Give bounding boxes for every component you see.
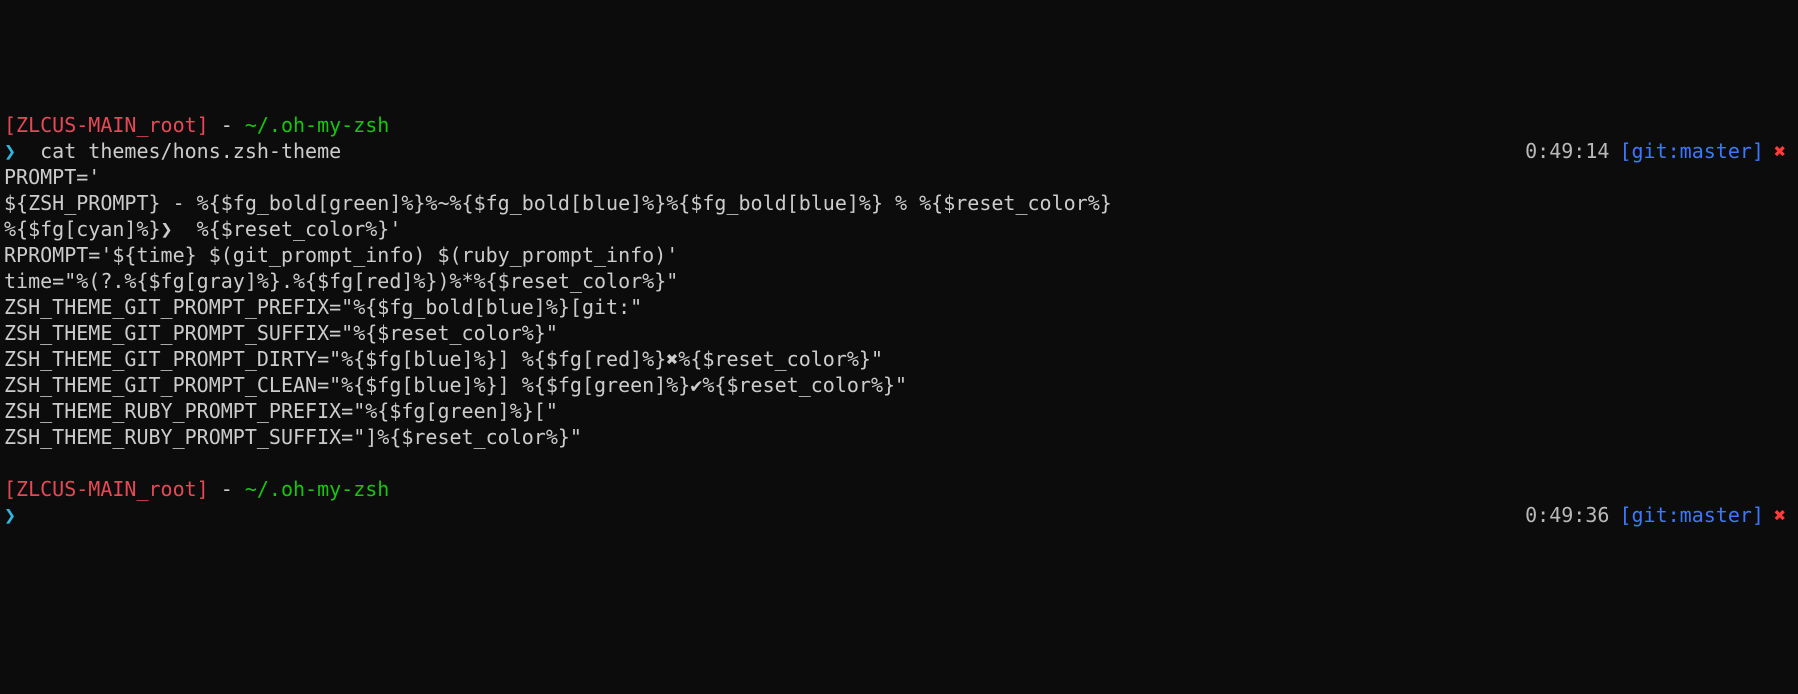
file-line: ZSH_THEME_RUBY_PROMPT_PREFIX="%{$fg[gree… xyxy=(4,398,1794,424)
rprompt-2: 0:49:36 [git:master] ✖ xyxy=(1525,502,1794,528)
git-label: git: xyxy=(1631,503,1679,527)
prompt-host: [ZLCUS-MAIN_root] xyxy=(4,113,209,137)
command-text: cat themes/hons.zsh-theme xyxy=(16,139,341,163)
git-bracket-open: [ xyxy=(1619,139,1631,163)
file-line: %{$fg[cyan]%}❯ %{$reset_color%}' xyxy=(4,216,1794,242)
prompt-host: [ZLCUS-MAIN_root] xyxy=(4,477,209,501)
prompt-arrow: ❯ xyxy=(4,139,16,163)
prompt-line-2: [ZLCUS-MAIN_root] - ~/.oh-my-zsh xyxy=(4,476,1794,502)
rprompt-git: [git:master] xyxy=(1619,502,1764,528)
prompt-path: ~/.oh-my-zsh xyxy=(245,113,390,137)
blank-line xyxy=(4,450,1794,476)
git-dirty-icon: ✖ xyxy=(1774,138,1786,164)
file-line: RPROMPT='${time} $(git_prompt_info) $(ru… xyxy=(4,242,1794,268)
prompt-arrow: ❯ xyxy=(4,503,16,527)
git-bracket-open: [ xyxy=(1619,503,1631,527)
rprompt-time: 0:49:36 xyxy=(1525,502,1609,528)
rprompt-1: 0:49:14 [git:master] ✖ xyxy=(1525,138,1794,164)
git-bracket-close: ] xyxy=(1752,503,1764,527)
rprompt-time: 0:49:14 xyxy=(1525,138,1609,164)
prompt-sep: - xyxy=(209,477,245,501)
git-dirty-icon: ✖ xyxy=(1774,502,1786,528)
command-line-1: ❯ cat themes/hons.zsh-theme 0:49:14 [git:m… xyxy=(4,138,1794,164)
terminal-output[interactable]: [ZLCUS-MAIN_root] - ~/.oh-my-zsh❯ cat th… xyxy=(4,112,1794,528)
file-line: ZSH_THEME_GIT_PROMPT_SUFFIX="%{$reset_co… xyxy=(4,320,1794,346)
file-line: ${ZSH_PROMPT} - %{$fg_bold[green]%}%~%{$… xyxy=(4,190,1794,216)
file-line: ZSH_THEME_GIT_PROMPT_CLEAN="%{$fg[blue]%… xyxy=(4,372,1794,398)
file-line: ZSH_THEME_GIT_PROMPT_PREFIX="%{$fg_bold[… xyxy=(4,294,1794,320)
prompt-path: ~/.oh-my-zsh xyxy=(245,477,390,501)
file-line: PROMPT=' xyxy=(4,164,1794,190)
command-line-2: ❯ 0:49:36 [git:master] ✖ xyxy=(4,502,1794,528)
prompt-sep: - xyxy=(209,113,245,137)
git-branch: master xyxy=(1680,139,1752,163)
git-branch: master xyxy=(1680,503,1752,527)
file-line: ZSH_THEME_GIT_PROMPT_DIRTY="%{$fg[blue]%… xyxy=(4,346,1794,372)
file-line: ZSH_THEME_RUBY_PROMPT_SUFFIX="]%{$reset_… xyxy=(4,424,1794,450)
git-label: git: xyxy=(1631,139,1679,163)
file-line: time="%(?.%{$fg[gray]%}.%{$fg[red]%})%*%… xyxy=(4,268,1794,294)
rprompt-git: [git:master] xyxy=(1619,138,1764,164)
prompt-line-1: [ZLCUS-MAIN_root] - ~/.oh-my-zsh xyxy=(4,112,1794,138)
git-bracket-close: ] xyxy=(1752,139,1764,163)
